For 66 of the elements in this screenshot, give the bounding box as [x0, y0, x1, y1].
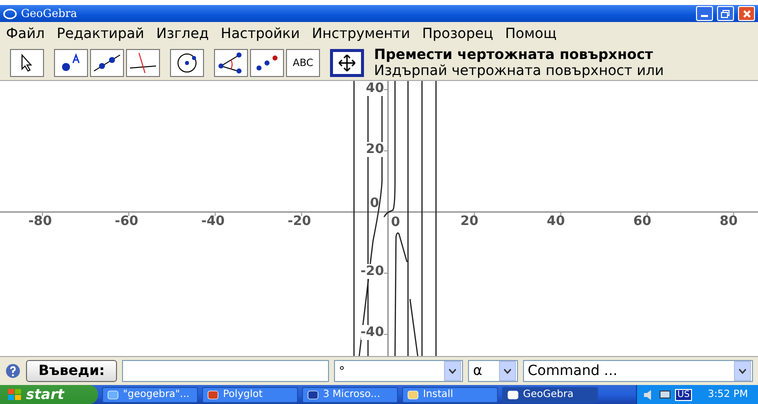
app-icon	[407, 388, 419, 400]
taskbar-item[interactable]: 3 Microso...	[302, 386, 398, 402]
restore-icon	[721, 10, 730, 18]
taskbar-item[interactable]: Polyglot	[202, 386, 298, 402]
tool-button[interactable]	[10, 49, 44, 77]
app-icon	[207, 388, 219, 400]
y-axis-label: 0	[370, 196, 379, 211]
maximize-button[interactable]	[717, 6, 734, 21]
points-icon	[254, 53, 280, 73]
menu-item[interactable]: Редактирай	[56, 26, 144, 42]
taskbar-item[interactable]: "geogebra"...	[102, 386, 198, 402]
perpendicular-line-icon	[129, 52, 157, 74]
move-icon	[338, 54, 356, 72]
symbol-dropdown[interactable]: °	[334, 360, 463, 382]
tool-button[interactable]	[214, 49, 248, 77]
window-title: GeoGebra	[21, 7, 78, 20]
app-icon	[3, 8, 17, 20]
x-axis-label: -40	[201, 214, 225, 229]
menu-item[interactable]: Изглед	[156, 26, 209, 42]
line-icon	[93, 53, 121, 73]
input-button[interactable]: Въведи:	[26, 360, 118, 382]
tool-button[interactable]	[330, 49, 364, 77]
x-axis-label: 60	[633, 214, 652, 229]
app-icon	[507, 388, 519, 400]
windows-logo	[8, 388, 22, 400]
circle-icon	[175, 52, 199, 74]
menu-item[interactable]: Файл	[6, 26, 45, 42]
pointer-icon	[20, 54, 34, 72]
input-field[interactable]	[122, 360, 329, 382]
menu-item[interactable]: Инструменти	[312, 26, 410, 42]
clock: 3:52 PM	[708, 389, 748, 400]
tool-button[interactable]	[250, 49, 284, 77]
close-icon	[742, 10, 750, 18]
x-axis-label: -60	[114, 214, 138, 229]
y-axis-label: -40	[360, 325, 384, 340]
tool-description: Издърпай четрожната повърхност или	[374, 63, 665, 79]
x-axis-label: 80	[720, 214, 738, 229]
command-dropdown[interactable]: Command ...	[522, 360, 753, 382]
greek-dropdown[interactable]: α	[468, 360, 518, 382]
tool-button[interactable]	[54, 49, 88, 77]
y-axis-label: 20	[366, 142, 384, 157]
app-icon	[107, 388, 119, 400]
y-axis-label: -20	[360, 264, 384, 280]
tool-button[interactable]	[170, 49, 204, 77]
taskbar-item[interactable]: GeoGebra	[502, 386, 598, 402]
tool-name: Премести чертожната повърхност	[374, 47, 654, 63]
network-icon	[659, 388, 672, 400]
minimize-button[interactable]	[696, 6, 713, 21]
close-button[interactable]	[738, 6, 755, 21]
menu-item[interactable]: Помощ	[505, 26, 557, 42]
language-indicator[interactable]: US	[675, 388, 692, 400]
x-axis-label: 40	[546, 214, 565, 229]
x-axis-label: 20	[460, 214, 478, 229]
tool-button[interactable]	[126, 49, 160, 77]
tool-button[interactable]: ABC	[286, 49, 320, 77]
start-button[interactable]: start	[0, 385, 98, 404]
app-icon	[307, 388, 319, 400]
menu-item[interactable]: Настройки	[220, 26, 300, 42]
help-icon[interactable]	[5, 363, 21, 379]
y-axis-label: 40	[366, 81, 384, 96]
x-axis-label: -80	[28, 214, 52, 229]
x-axis-label: -20	[288, 214, 312, 229]
tool-button[interactable]	[90, 49, 124, 77]
x-axis-label: 0	[391, 215, 400, 230]
menu-item[interactable]: Прозорец	[422, 26, 494, 42]
taskbar-item[interactable]: Install	[402, 386, 498, 402]
